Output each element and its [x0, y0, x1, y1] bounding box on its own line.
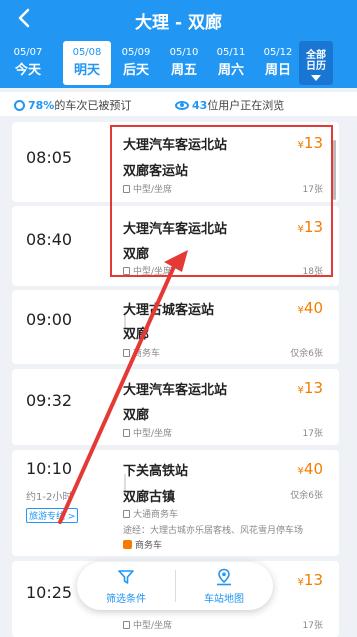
filter-button[interactable]: 筛选条件	[77, 568, 175, 605]
annotation-arrow	[58, 250, 188, 524]
map-pin-icon	[217, 568, 231, 586]
station-map-button[interactable]: 车站地图	[175, 568, 273, 605]
filter-label: 筛选条件	[106, 594, 146, 605]
filter-icon	[118, 570, 134, 584]
station-map-label: 车站地图	[204, 594, 244, 605]
bottom-action-bar: 筛选条件 车站地图	[77, 562, 273, 610]
